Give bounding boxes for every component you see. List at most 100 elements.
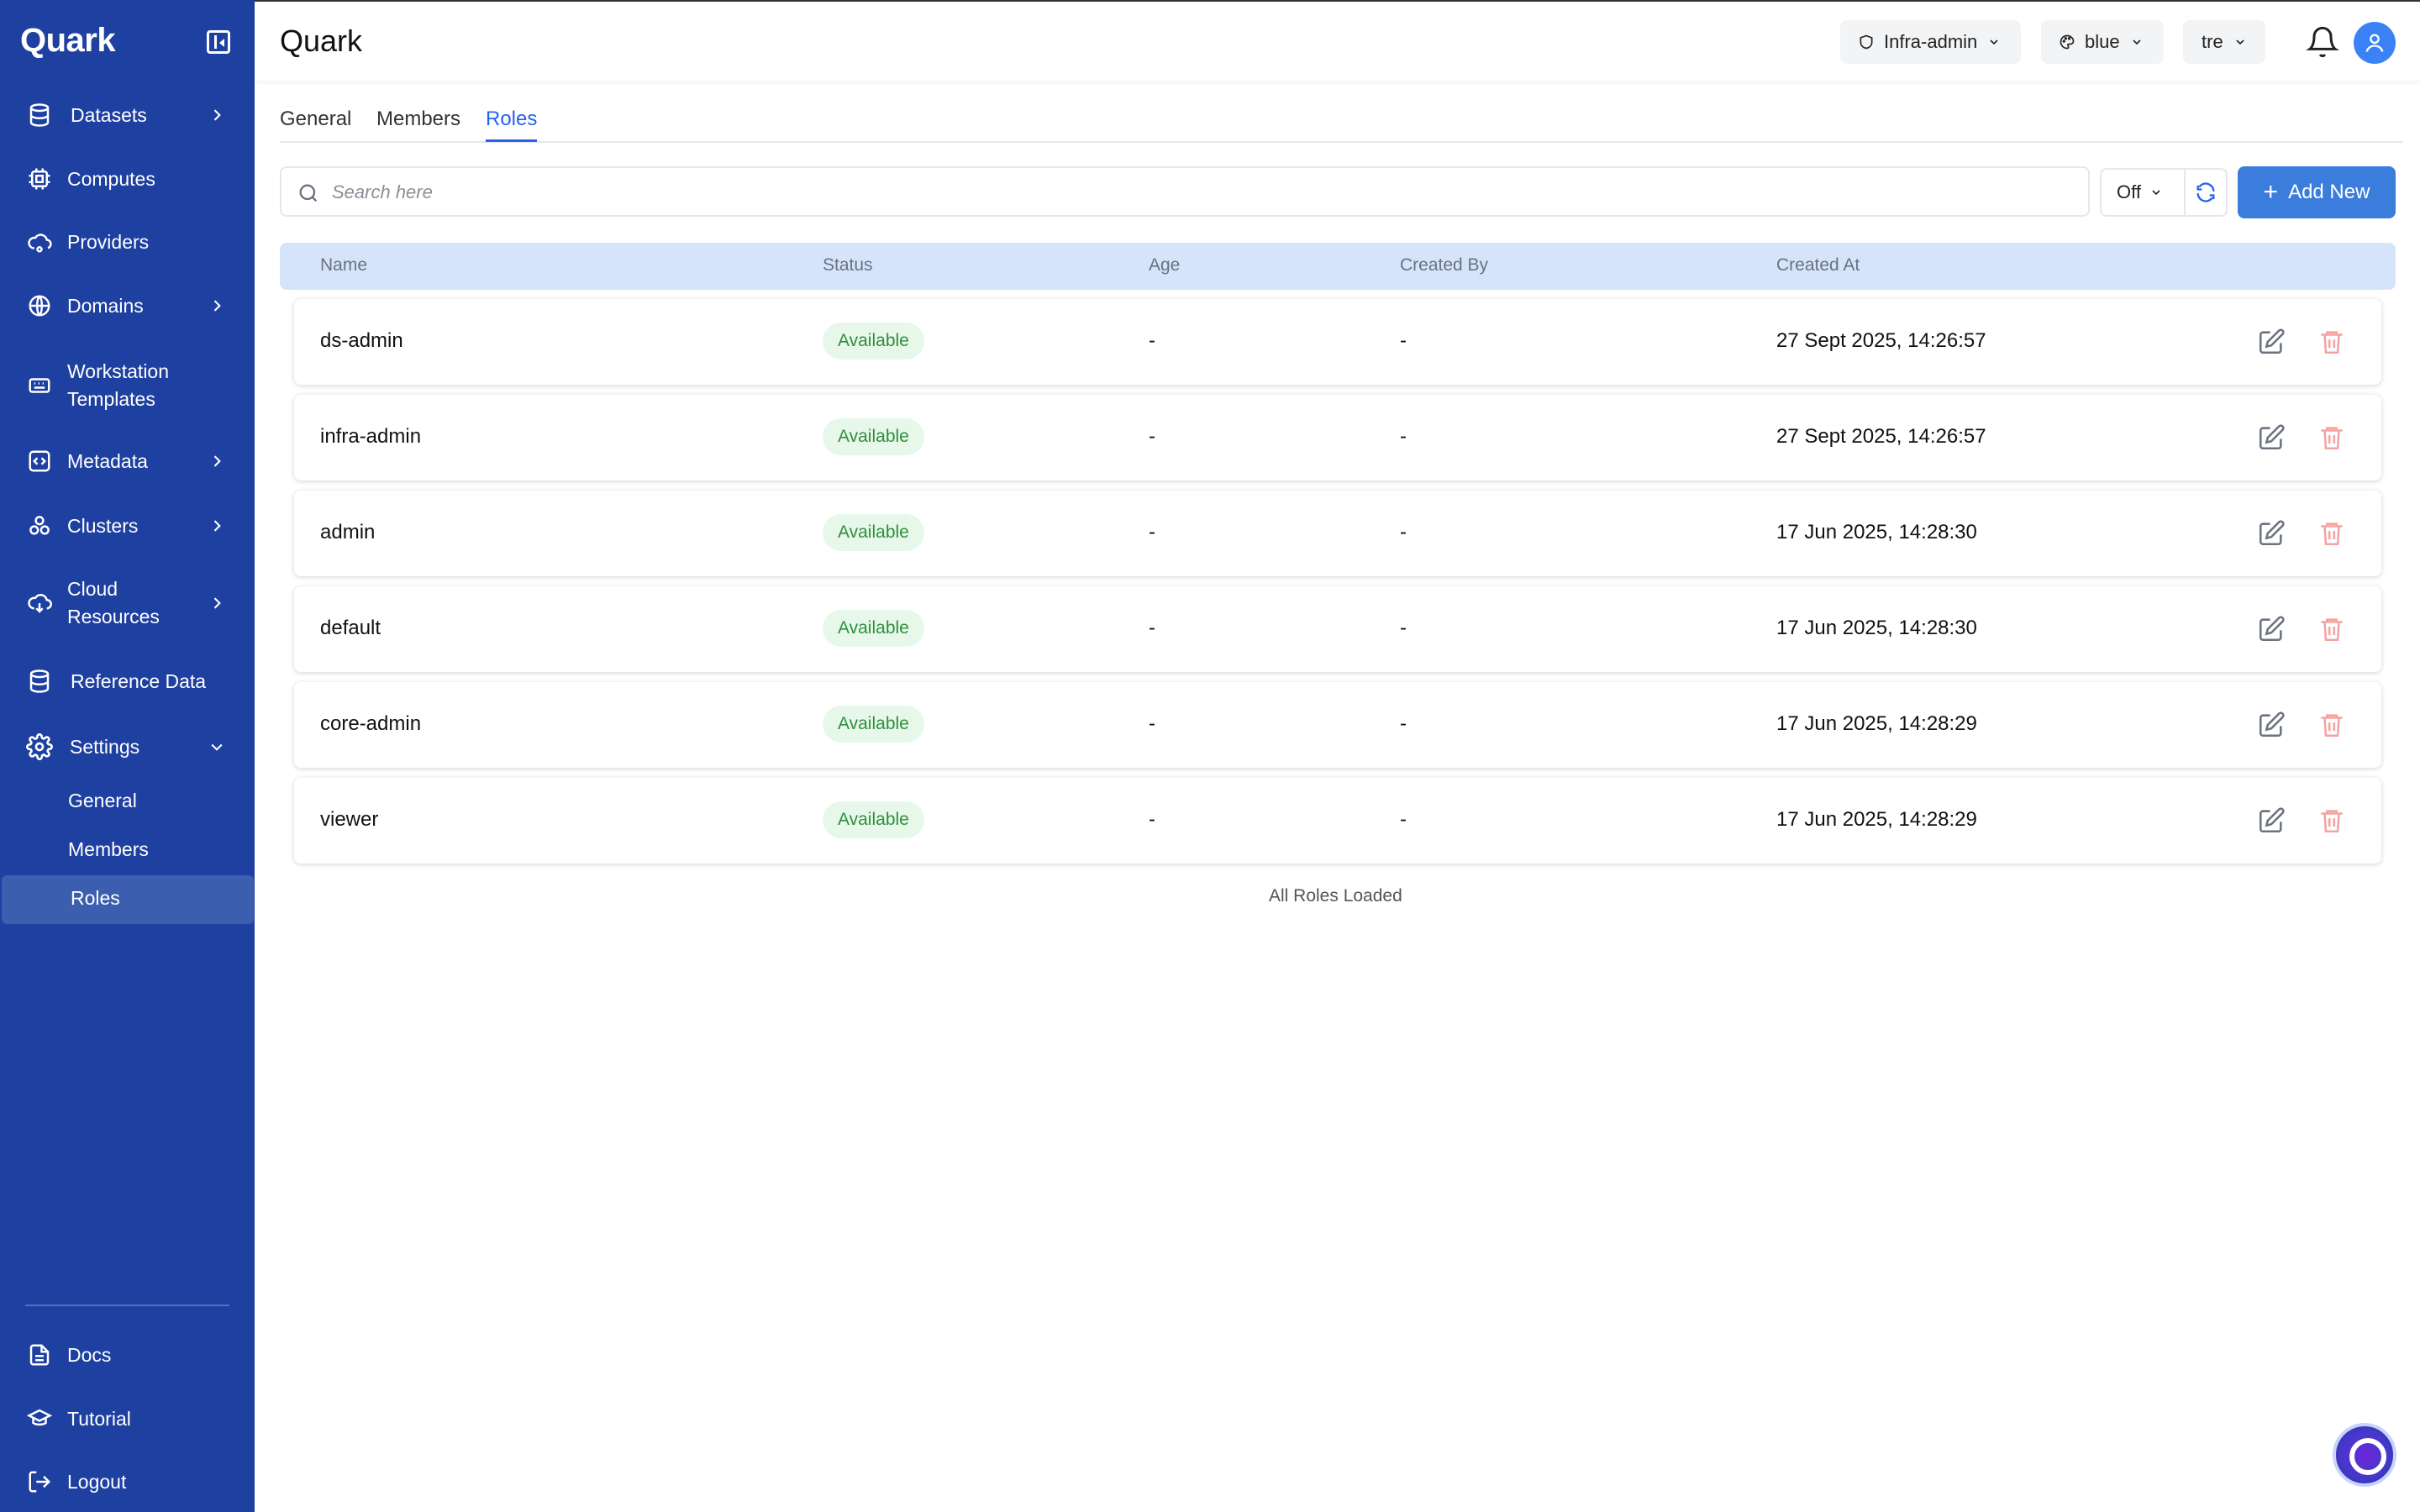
edit-icon[interactable]	[2257, 806, 2286, 835]
sidebar-item-label: General	[68, 790, 137, 811]
sidebar-item-settings[interactable]: Settings	[0, 732, 255, 761]
search-box	[280, 166, 2090, 217]
edit-icon[interactable]	[2257, 711, 2286, 739]
sidebar-item-tutorial[interactable]: Tutorial	[0, 1404, 255, 1433]
table-row[interactable]: ds-admin Available - - 27 Sept 2025, 14:…	[294, 299, 2381, 385]
sidebar-item-reference-data[interactable]: Reference Data	[0, 667, 255, 696]
sidebar-item-label: Providers	[67, 230, 150, 253]
sidebar-item-workstation-templates[interactable]: Workstation Templates	[0, 356, 255, 415]
sidebar-item-datasets[interactable]: Datasets	[0, 101, 255, 129]
sidebar-item-cloud-resources[interactable]: Cloud Resources	[0, 574, 255, 633]
trash-icon[interactable]	[2317, 615, 2346, 643]
tab-members[interactable]: Members	[376, 108, 460, 139]
sidebar: Quark Datasets Computes Providers Domain…	[0, 0, 255, 1512]
gear-icon	[25, 732, 54, 761]
database-icon	[25, 667, 54, 696]
cloud-link-icon	[25, 228, 54, 256]
status-badge: Available	[823, 610, 924, 647]
collapse-sidebar-icon[interactable]	[207, 30, 230, 54]
table-row[interactable]: infra-admin Available - - 27 Sept 2025, …	[294, 395, 2381, 480]
trash-icon[interactable]	[2317, 328, 2346, 356]
role-select[interactable]: Infra-admin	[1840, 20, 2021, 64]
assistant-chat-button[interactable]	[2333, 1423, 2396, 1487]
role-age: -	[1149, 712, 1155, 735]
sidebar-item-clusters[interactable]: Clusters	[0, 512, 255, 540]
sidebar-item-label: Settings	[70, 735, 140, 758]
column-header-created-at[interactable]: Created At	[1776, 255, 1860, 276]
sidebar-item-docs[interactable]: Docs	[0, 1341, 255, 1369]
bell-icon[interactable]	[2306, 25, 2339, 59]
sidebar-subitem-members[interactable]: Members	[0, 827, 255, 875]
sidebar-item-logout[interactable]: Logout	[0, 1467, 255, 1496]
sidebar-item-providers[interactable]: Providers	[0, 228, 255, 256]
user-icon	[2365, 34, 2384, 52]
role-name: viewer	[320, 808, 379, 831]
cpu-icon	[25, 165, 54, 193]
chevron-right-icon	[213, 597, 221, 609]
sidebar-item-label: Workstation Templates	[67, 360, 170, 410]
tab-bar: General Members Roles	[280, 106, 2403, 143]
chevron-down-icon	[2133, 39, 2141, 45]
chevron-right-icon	[213, 455, 221, 467]
theme-select[interactable]: blue	[2041, 20, 2164, 64]
column-header-age[interactable]: Age	[1149, 255, 1180, 276]
sidebar-item-computes[interactable]: Computes	[0, 165, 255, 193]
role-created-at: 17 Jun 2025, 14:28:30	[1776, 521, 1977, 543]
sidebar-item-metadata[interactable]: Metadata	[0, 447, 255, 475]
table-header: Name Status Age Created By Created At	[280, 243, 2396, 290]
sidebar-item-label: Roles	[71, 887, 120, 909]
tab-general[interactable]: General	[280, 108, 351, 139]
sidebar-item-label: Logout	[67, 1470, 127, 1493]
tab-roles[interactable]: Roles	[486, 108, 538, 142]
refresh-icon	[2196, 182, 2215, 202]
role-name: ds-admin	[320, 329, 403, 352]
role-age: -	[1149, 808, 1155, 831]
role-name: core-admin	[320, 712, 422, 735]
page-title: Quark	[280, 24, 363, 58]
table-row[interactable]: default Available - - 17 Jun 2025, 14:28…	[294, 586, 2381, 672]
add-new-button[interactable]: + Add New	[2238, 166, 2396, 218]
language-select[interactable]: tre	[2183, 20, 2265, 64]
role-name: admin	[320, 521, 376, 543]
edit-icon[interactable]	[2257, 328, 2286, 356]
trash-icon[interactable]	[2317, 711, 2346, 739]
shield-icon	[1857, 33, 1876, 51]
table-row[interactable]: admin Available - - 17 Jun 2025, 14:28:3…	[294, 491, 2381, 576]
status-badge: Available	[823, 514, 924, 551]
edit-icon[interactable]	[2257, 519, 2286, 548]
edit-icon[interactable]	[2257, 423, 2286, 452]
sidebar-subitem-roles[interactable]: Roles	[2, 875, 254, 924]
filter-select[interactable]: Off	[2100, 168, 2184, 217]
sidebar-item-domains[interactable]: Domains	[0, 291, 255, 320]
sidebar-item-label: Clusters	[67, 514, 139, 537]
table-row[interactable]: viewer Available - - 17 Jun 2025, 14:28:…	[294, 778, 2381, 864]
plus-icon: +	[2263, 178, 2279, 206]
sidebar-item-label: Metadata	[67, 449, 148, 472]
sidebar-subitem-general[interactable]: General	[0, 778, 255, 827]
role-age: -	[1149, 617, 1155, 639]
role-created-at: 17 Jun 2025, 14:28:30	[1776, 617, 1977, 639]
brand-logo[interactable]: Quark	[20, 22, 116, 60]
table-row[interactable]: core-admin Available - - 17 Jun 2025, 14…	[294, 682, 2381, 768]
column-header-name[interactable]: Name	[320, 255, 367, 276]
sidebar-item-label: Domains	[67, 294, 144, 317]
search-input[interactable]	[332, 178, 2063, 207]
role-age: -	[1149, 521, 1155, 543]
trash-icon[interactable]	[2317, 519, 2346, 548]
role-created-by: -	[1400, 521, 1407, 543]
database-icon	[25, 101, 54, 129]
trash-icon[interactable]	[2317, 806, 2346, 835]
column-header-created-by[interactable]: Created By	[1400, 255, 1488, 276]
role-created-by: -	[1400, 617, 1407, 639]
edit-icon[interactable]	[2257, 615, 2286, 643]
trash-icon[interactable]	[2317, 423, 2346, 452]
status-badge: Available	[823, 323, 924, 360]
status-badge: Available	[823, 418, 924, 455]
column-header-status[interactable]: Status	[823, 255, 873, 276]
avatar[interactable]	[2354, 22, 2396, 64]
top-header: Quark Infra-admin blue tre	[255, 0, 2420, 81]
theme-select-value: blue	[2085, 31, 2120, 52]
filter-select-value: Off	[2117, 181, 2141, 202]
refresh-button[interactable]	[2184, 168, 2228, 217]
chevron-right-icon	[213, 520, 221, 532]
